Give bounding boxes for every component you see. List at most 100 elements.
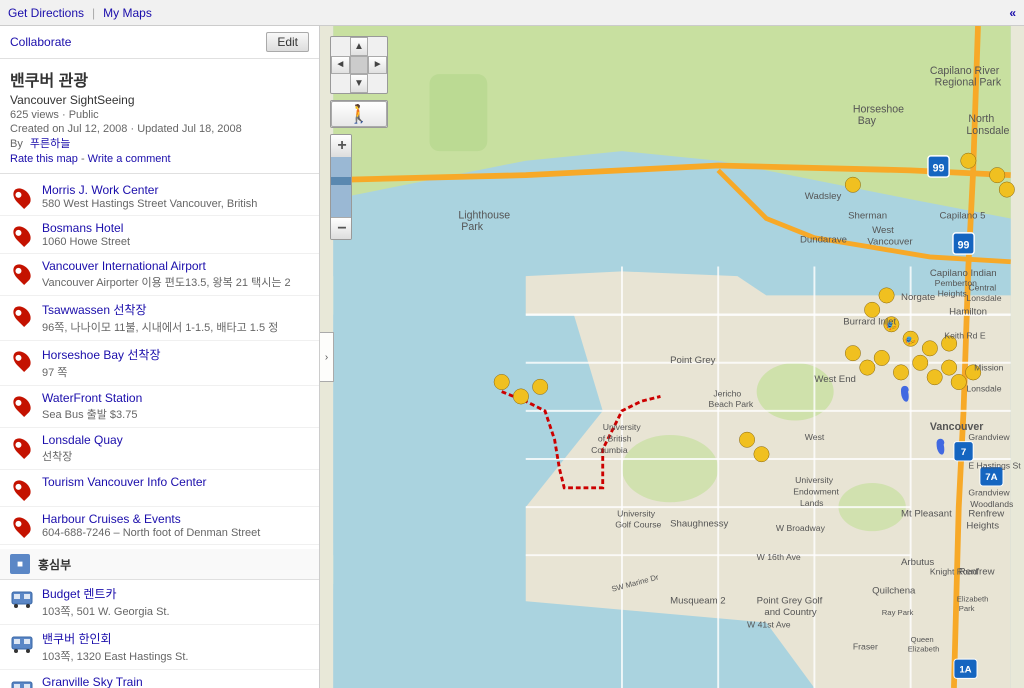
svg-text:Dundarave: Dundarave	[800, 234, 847, 245]
collaborate-link[interactable]: Collaborate	[10, 35, 71, 49]
nav-left-button[interactable]: ◄	[331, 56, 350, 75]
svg-text:Knight Road: Knight Road	[930, 566, 978, 576]
place-item[interactable]: Tourism Vancouver Info Center	[0, 470, 319, 507]
place-item[interactable]: Morris J. Work Center580 West Hastings S…	[0, 178, 319, 216]
pin-shape	[10, 303, 34, 327]
svg-text:Beach Park: Beach Park	[709, 399, 754, 409]
svg-text:Point Grey: Point Grey	[670, 355, 716, 366]
svg-text:Mission: Mission	[974, 362, 1003, 372]
place-item[interactable]: Bosmans Hotel1060 Howe Street	[0, 216, 319, 254]
svg-text:7: 7	[961, 447, 966, 458]
transport-item[interactable]: Budget 렌트카103쪽, 501 W. Georgia St.	[0, 580, 319, 625]
svg-text:Central: Central	[968, 283, 996, 293]
svg-text:W 16th Ave: W 16th Ave	[757, 552, 801, 562]
nav-up-button[interactable]: ▲	[350, 37, 369, 56]
transport-address: 103쪽, 1320 East Hastings St.	[42, 648, 309, 664]
map-author-link[interactable]: 푸른하늘	[30, 138, 70, 150]
map-container[interactable]: 99 99 🎭 🎭	[320, 26, 1024, 688]
write-comment-link[interactable]: Write a comment	[88, 153, 171, 165]
map-by-label: By	[10, 138, 23, 150]
svg-text:University: University	[617, 509, 656, 519]
sidebar-header: Collaborate Edit	[0, 26, 319, 59]
place-item[interactable]: Tsawwassen 선착장 96쪽, 나나이모 11불, 시내에서 1-1.5,…	[0, 296, 319, 341]
place-name-link[interactable]: WaterFront Station	[42, 391, 142, 405]
transport-details: Budget 렌트카103쪽, 501 W. Georgia St.	[42, 585, 309, 619]
svg-text:West End: West End	[814, 374, 855, 385]
map-info: 밴쿠버 관광 Vancouver SightSeeing 625 views ·…	[0, 59, 319, 174]
place-name-link[interactable]: Horseshoe Bay 선착장	[42, 348, 161, 362]
transport-name-link[interactable]: Budget 렌트카	[42, 587, 117, 601]
edit-button[interactable]: Edit	[266, 32, 309, 52]
svg-text:Renfrew: Renfrew	[968, 509, 1004, 520]
svg-text:Keith Rd E: Keith Rd E	[944, 331, 986, 341]
place-item[interactable]: Vancouver International AirportVancouver…	[0, 254, 319, 296]
place-pin-icon	[10, 393, 34, 417]
svg-text:1A: 1A	[959, 665, 971, 676]
place-name-link[interactable]: Harbour Cruises & Events	[42, 512, 181, 526]
transport-name-link[interactable]: 밴쿠버 한인회	[42, 632, 112, 646]
place-name-link[interactable]: Bosmans Hotel	[42, 221, 123, 235]
svg-text:Grandview: Grandview	[968, 488, 1010, 498]
place-name-link[interactable]: Lonsdale Quay	[42, 433, 123, 447]
place-item[interactable]: Harbour Cruises & Events604-688-7246 – N…	[0, 507, 319, 545]
nav-right-button[interactable]: ►	[368, 56, 387, 75]
transport-item[interactable]: 밴쿠버 한인회 103쪽, 1320 East Hastings St.	[0, 625, 319, 670]
place-name-link[interactable]: Vancouver International Airport	[42, 259, 206, 273]
main-content: Collaborate Edit 밴쿠버 관광 Vancouver SightS…	[0, 26, 1024, 688]
svg-text:West: West	[805, 432, 825, 442]
svg-text:Endowment: Endowment	[793, 487, 839, 497]
place-address: Sea Bus 출발 $3.75	[42, 406, 309, 422]
place-item[interactable]: Lonsdale Quay선착장	[0, 428, 319, 470]
transport-item[interactable]: Granville Sky Train105쪽, 여행시작하기 좋은 곳. 58…	[0, 670, 319, 688]
place-details: Lonsdale Quay선착장	[42, 433, 309, 464]
my-maps-link[interactable]: My Maps	[103, 6, 152, 20]
sidebar: Collaborate Edit 밴쿠버 관광 Vancouver SightS…	[0, 26, 320, 688]
svg-text:Elizabeth: Elizabeth	[908, 644, 940, 653]
place-name-link[interactable]: Tourism Vancouver Info Center	[42, 475, 207, 489]
svg-text:Heights: Heights	[966, 520, 999, 531]
nav-topright	[368, 37, 387, 56]
transport-name-link[interactable]: Granville Sky Train	[42, 675, 143, 688]
place-details: WaterFront StationSea Bus 출발 $3.75	[42, 391, 309, 422]
svg-text:and Country: and Country	[764, 607, 817, 618]
svg-text:99: 99	[933, 162, 945, 174]
map-title-english: Vancouver SightSeeing	[10, 93, 309, 107]
svg-text:Columbia: Columbia	[591, 445, 628, 455]
map-author-line: By 푸른하늘	[10, 135, 309, 151]
nav-down-button[interactable]: ▼	[350, 74, 369, 93]
svg-text:Lands: Lands	[800, 498, 824, 508]
map-meta: 625 views · Public	[10, 109, 309, 121]
svg-text:99: 99	[958, 239, 970, 251]
place-details: Harbour Cruises & Events604-688-7246 – N…	[42, 512, 309, 539]
place-address: 96쪽, 나나이모 11불, 시내에서 1-1.5, 배타고 1.5 정	[42, 319, 309, 335]
pin-shape	[10, 477, 34, 501]
svg-text:Mt Pleasant: Mt Pleasant	[901, 509, 952, 520]
zoom-out-button[interactable]: −	[331, 217, 352, 239]
place-name-link[interactable]: Morris J. Work Center	[42, 183, 158, 197]
svg-text:Jericho: Jericho	[713, 388, 741, 398]
svg-text:Grandview: Grandview	[968, 432, 1010, 442]
pin-shape	[10, 223, 34, 247]
collapse-topbar-arrow[interactable]: «	[1009, 6, 1016, 20]
map-title-korean: 밴쿠버 관광	[10, 67, 309, 91]
svg-text:Musqueam 2: Musqueam 2	[670, 595, 726, 606]
place-pin-icon	[10, 261, 34, 285]
sidebar-collapse-button[interactable]: ›	[320, 332, 334, 382]
pin-shape	[10, 393, 34, 417]
get-directions-link[interactable]: Get Directions	[8, 6, 84, 20]
bus-icon	[10, 677, 34, 688]
rate-map-link[interactable]: Rate this map	[10, 153, 78, 165]
nav-pad-group: ▲ ◄ ► ▼	[330, 36, 388, 94]
place-details: Bosmans Hotel1060 Howe Street	[42, 221, 309, 248]
place-item[interactable]: Horseshoe Bay 선착장97 쪽	[0, 341, 319, 386]
places-list: Morris J. Work Center580 West Hastings S…	[0, 174, 319, 549]
zoom-group: + −	[330, 134, 352, 240]
place-address: 선착장	[42, 448, 309, 464]
zoom-track[interactable]	[331, 157, 352, 217]
topbar-separator: |	[92, 6, 95, 20]
transport-details: Granville Sky Train105쪽, 여행시작하기 좋은 곳. 58…	[42, 675, 309, 688]
place-name-link[interactable]: Tsawwassen 선착장	[42, 303, 146, 317]
place-item[interactable]: WaterFront StationSea Bus 출발 $3.75	[0, 386, 319, 428]
street-view-button[interactable]: 🚶	[331, 101, 387, 127]
zoom-in-button[interactable]: +	[331, 135, 352, 157]
